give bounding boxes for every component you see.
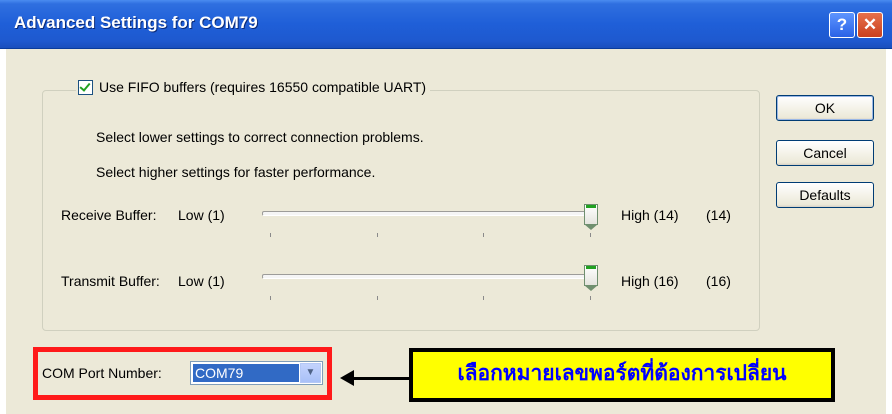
cancel-button[interactable]: Cancel [776,140,874,166]
transmit-slider-thumb[interactable] [584,265,598,291]
fifo-checkbox-label: Use FIFO buffers (requires 16550 compati… [99,79,427,95]
transmit-tick [483,296,484,300]
hint-lower-text: Select lower settings to correct connect… [96,129,424,145]
transmit-low-label: Low (1) [178,273,225,289]
annotation-arrow [351,377,409,380]
receive-tick [483,233,484,237]
arrow-left-icon [340,370,354,386]
hint-higher-text: Select higher settings for faster perfor… [96,164,376,180]
transmit-slider-track[interactable] [262,274,593,279]
receive-slider-thumb[interactable] [584,204,598,230]
annotation-callout: เลือกหมายเลขพอร์ตที่ต้องการเปลี่ยน [409,348,835,402]
help-button[interactable]: ? [829,12,855,38]
receive-slider-track[interactable] [262,211,593,216]
receive-tick [590,233,591,237]
chevron-down-icon[interactable]: ▼ [300,363,321,383]
transmit-tick [590,296,591,300]
title-bar: Advanced Settings for COM79 ? ✕ [0,0,892,49]
close-button[interactable]: ✕ [857,12,883,38]
receive-tick [377,233,378,237]
receive-tick [270,233,271,237]
com-port-select[interactable]: COM79 ▼ [190,361,323,385]
window-title: Advanced Settings for COM79 [14,13,258,32]
transmit-tick [377,296,378,300]
checkmark-icon [79,79,91,92]
receive-value: (14) [706,207,731,223]
transmit-high-label: High (16) [621,273,679,289]
fifo-checkbox[interactable] [78,79,93,95]
receive-buffer-label: Receive Buffer: [61,207,157,223]
fifo-checkbox-row[interactable]: Use FIFO buffers (requires 16550 compati… [76,79,431,95]
com-port-selected-value[interactable]: COM79 [193,364,299,382]
receive-low-label: Low (1) [178,207,225,223]
transmit-value: (16) [706,273,731,289]
com-port-label: COM Port Number: [42,365,162,381]
defaults-button[interactable]: Defaults [776,182,874,208]
ok-button[interactable]: OK [776,95,874,121]
transmit-buffer-label: Transmit Buffer: [61,273,160,289]
transmit-tick [270,296,271,300]
dialog-body: Use FIFO buffers (requires 16550 compati… [6,49,886,414]
receive-high-label: High (14) [621,207,679,223]
